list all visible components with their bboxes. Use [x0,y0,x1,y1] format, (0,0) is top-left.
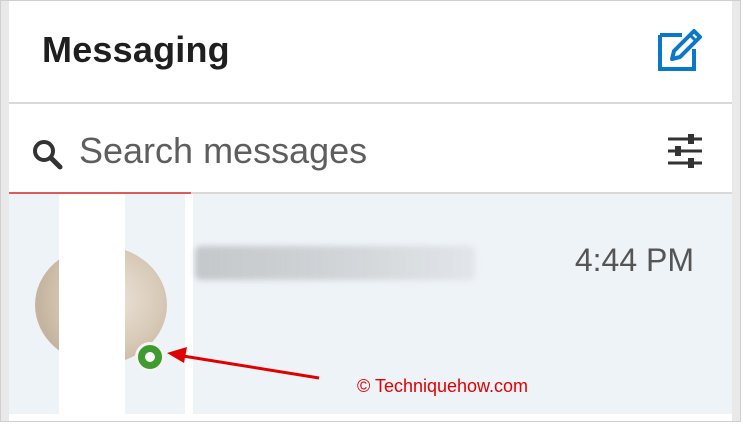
compose-message-button[interactable] [656,25,704,73]
redaction-bar [67,194,125,414]
right-border [732,1,740,421]
page-title: Messaging [42,29,230,70]
search-bar [9,104,732,194]
message-time: 4:44 PM [574,242,694,278]
conversation-list-item[interactable]: 4:44 PM © Techniquehow.com [9,194,732,414]
online-status-icon [135,342,165,372]
search-icon [33,140,63,170]
filter-sliders-icon[interactable] [666,132,704,170]
left-border [1,1,9,421]
messaging-header: Messaging [9,1,732,104]
redaction-bar [59,194,67,414]
messaging-panel: Messaging 4:44 P [0,0,741,422]
contact-name-blurred [195,246,475,280]
redaction-bar [185,194,193,414]
compose-edit-icon [658,29,702,71]
search-input[interactable] [79,128,619,174]
watermark-text: © Techniquehow.com [357,376,529,396]
